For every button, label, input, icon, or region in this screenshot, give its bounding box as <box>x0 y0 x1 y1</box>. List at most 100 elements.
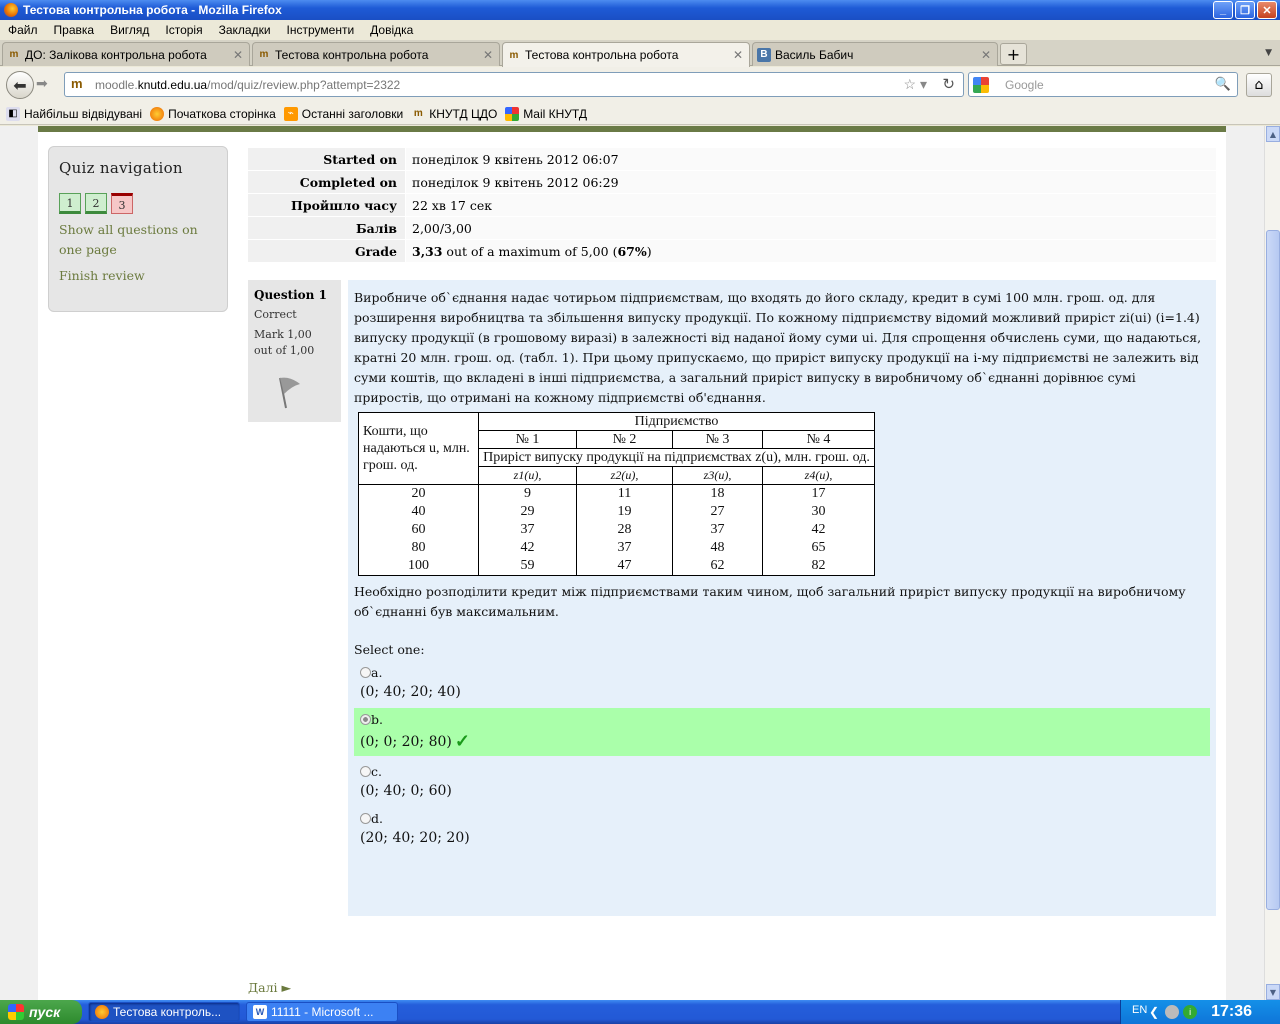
firefox-icon <box>95 1005 109 1019</box>
bookmark-knutd[interactable]: m КНУТД ЦДО <box>411 107 497 121</box>
tray-chevron-icon[interactable]: ❮ <box>1149 1005 1159 1019</box>
table-row: 80 42 37 48 65 <box>358 539 875 557</box>
page-viewport: Quiz navigation 1 2 3 Show all questions… <box>0 126 1264 1000</box>
attempt-summary-table: Started on понеділок 9 квітень 2012 06:07… <box>248 148 1216 263</box>
maximize-button[interactable]: ❐ <box>1235 1 1255 19</box>
tab-label: Тестова контрольна робота <box>275 47 429 62</box>
question-2-button[interactable]: 2 <box>85 193 107 214</box>
rss-icon: ⌁ <box>283 106 298 121</box>
menu-help[interactable]: Довідка <box>362 23 421 37</box>
scrollbar-thumb[interactable] <box>1266 230 1280 910</box>
close-tab-icon[interactable]: ✕ <box>233 48 243 62</box>
menu-tools[interactable]: Інструменти <box>279 23 363 37</box>
answer-option-b[interactable]: b. (0; 0; 20; 80) ✓ <box>354 708 1210 756</box>
bookmark-headlines[interactable]: ⌁ Останні заголовки <box>283 106 404 121</box>
table-cell: 60 <box>358 521 479 539</box>
option-letter: c. <box>371 764 382 779</box>
new-tab-button[interactable]: + <box>1000 43 1027 65</box>
summary-row: Completed on понеділок 9 квітень 2012 06:… <box>248 171 1216 194</box>
taskbar-item-firefox[interactable]: Тестова контроль... <box>88 1002 240 1022</box>
option-letter: a. <box>371 665 383 680</box>
quiz-navigation-block: Quiz navigation 1 2 3 Show all questions… <box>48 146 228 312</box>
summary-key: Completed on <box>248 171 405 193</box>
next-link[interactable]: Далі ► <box>248 980 291 995</box>
option-answer: (20; 40; 20; 20) <box>360 830 470 846</box>
taskbar-label: 11111 - Microsoft ... <box>271 1005 374 1019</box>
radio-c[interactable] <box>360 766 371 777</box>
summary-value: понеділок 9 квітень 2012 06:29 <box>405 171 1216 193</box>
scroll-up-arrow[interactable]: ▲ <box>1266 126 1280 142</box>
table-cell: 82 <box>762 557 875 576</box>
show-all-questions-link[interactable]: Show all questions on one page <box>59 220 209 260</box>
question-1-button[interactable]: 1 <box>59 193 81 214</box>
language-indicator[interactable]: EN <box>1132 1004 1147 1016</box>
taskbar-item-word[interactable]: W 11111 - Microsoft ... <box>246 1002 398 1022</box>
tab-3-active[interactable]: m Тестова контрольна робота ✕ <box>502 42 750 67</box>
url-path: /mod/quiz/review.php?attempt=2322 <box>207 77 401 92</box>
moodle-icon: m <box>413 108 423 119</box>
moodle-icon: m <box>509 49 519 61</box>
summary-value: 3,33 out of a maximum of 5,00 (67%) <box>405 240 1216 262</box>
start-button[interactable]: пуск <box>0 1000 82 1024</box>
close-tab-icon[interactable]: ✕ <box>733 48 743 62</box>
checkmark-icon: ✓ <box>454 731 470 752</box>
firefox-icon <box>4 3 18 17</box>
back-button[interactable]: ⬅ <box>6 71 34 99</box>
question-number: Question 1 <box>254 288 335 302</box>
finish-review-link[interactable]: Finish review <box>59 266 209 286</box>
flag-icon[interactable] <box>274 374 304 410</box>
tab-1[interactable]: m ДО: Залікова контрольна робота ✕ <box>2 42 250 66</box>
menu-file[interactable]: Файл <box>0 23 46 37</box>
close-tab-icon[interactable]: ✕ <box>483 48 493 62</box>
table-cell: 11 <box>576 484 673 503</box>
clock: 17:36 <box>1211 1003 1252 1020</box>
answer-option-d[interactable]: d. (20; 40; 20; 20) <box>354 807 1210 850</box>
bookmark-label: Останні заголовки <box>301 106 404 121</box>
tab-4[interactable]: B Василь Бабич ✕ <box>752 42 998 66</box>
sub-header: z1(u), <box>478 466 577 485</box>
close-button[interactable]: ✕ <box>1257 1 1277 19</box>
table-cell: 42 <box>762 521 875 539</box>
forward-button[interactable]: ➡ <box>36 76 48 92</box>
home-button[interactable]: ⌂ <box>1246 73 1272 97</box>
scroll-down-arrow[interactable]: ▼ <box>1266 984 1280 1000</box>
vertical-scrollbar[interactable]: ▲ ▼ <box>1264 126 1280 1000</box>
menu-bookmarks[interactable]: Закладки <box>211 23 279 37</box>
option-answer: (0; 0; 20; 80) <box>360 733 452 750</box>
summary-key: Пройшло часу <box>248 194 405 216</box>
radio-d[interactable] <box>360 813 371 824</box>
network-icon[interactable] <box>1165 1005 1180 1019</box>
reload-icon[interactable]: ↻ <box>942 75 955 93</box>
tab-list-icon[interactable]: ▼ <box>1265 48 1272 58</box>
window-title: Тестова контрольна робота - Mozilla Fire… <box>23 3 282 17</box>
bookmark-mail[interactable]: Mail КНУТД <box>505 106 587 121</box>
search-icon[interactable]: 🔍 <box>1215 76 1231 92</box>
search-bar[interactable]: Google 🔍 <box>968 72 1238 97</box>
close-tab-icon[interactable]: ✕ <box>981 48 991 62</box>
menu-edit[interactable]: Правка <box>46 23 103 37</box>
answer-option-a[interactable]: a. (0; 40; 20; 40) <box>354 661 1210 704</box>
google-icon[interactable] <box>973 77 989 93</box>
question-3-button[interactable]: 3 <box>111 193 133 214</box>
radio-b[interactable] <box>360 714 371 725</box>
navigation-bar: ⬅ ➡ m moodle. knutd.edu.ua/mod/quiz/revie… <box>0 67 1280 103</box>
moodle-icon: m <box>259 49 269 60</box>
question-text-2: Необхідно розподілити кредит між підприє… <box>354 584 1186 619</box>
bookmark-star-icon[interactable]: ☆ ▾ <box>904 76 927 93</box>
menu-view[interactable]: Вигляд <box>102 23 157 37</box>
firm-header: № 2 <box>576 430 673 449</box>
info-icon[interactable]: i <box>1183 1005 1198 1019</box>
table-cell: 29 <box>478 503 577 521</box>
moodle-page: Quiz navigation 1 2 3 Show all questions… <box>38 126 1226 1000</box>
tab-2[interactable]: m Тестова контрольна робота ✕ <box>252 42 500 66</box>
minimize-button[interactable]: _ <box>1213 1 1233 19</box>
menu-history[interactable]: Історія <box>157 23 210 37</box>
table-cell: 19 <box>576 503 673 521</box>
answer-option-c[interactable]: c. (0; 40; 0; 60) <box>354 760 1210 803</box>
firefox-icon <box>150 106 165 121</box>
bookmark-home[interactable]: Початкова сторінка <box>150 106 276 121</box>
question-state: Correct <box>254 308 297 321</box>
radio-a[interactable] <box>360 667 371 678</box>
url-bar[interactable]: m moodle. knutd.edu.ua/mod/quiz/review.ph… <box>64 72 964 97</box>
bookmark-most-visited[interactable]: ◧ Найбільш відвідувані <box>6 106 142 121</box>
